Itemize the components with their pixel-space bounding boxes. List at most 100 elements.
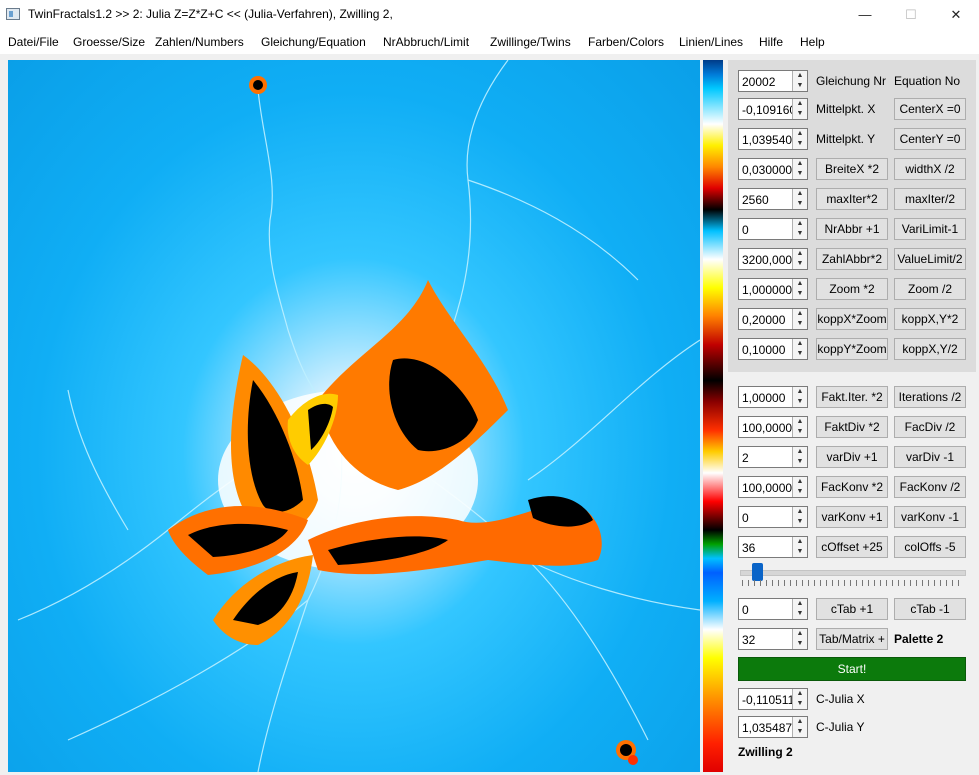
fakt-div-double-button[interactable]: FaktDiv *2 <box>816 416 888 438</box>
spin-arrows[interactable]: ▲ ▼ <box>792 159 807 179</box>
spinbox-value[interactable]: 36 <box>742 541 794 555</box>
width-half-button[interactable]: widthX /2 <box>894 158 966 180</box>
width-double-button[interactable]: BreiteX *2 <box>816 158 888 180</box>
spinbox-value[interactable]: 100,00000 <box>742 481 794 495</box>
spinbox-value[interactable]: 0,10000 <box>742 343 794 357</box>
close-button[interactable]: ✕ <box>933 0 979 30</box>
kopp-y-zoom-button[interactable]: koppY*Zoom <box>816 338 888 360</box>
nr-abbr-increment-button[interactable]: NrAbbr +1 <box>816 218 888 240</box>
spin-arrows[interactable]: ▲ ▼ <box>792 279 807 299</box>
menu-farben[interactable]: Farben/Colors <box>588 35 664 49</box>
zoom-spinbox[interactable]: 1,0000000 ▲ ▼ <box>738 278 808 300</box>
zoom-double-button[interactable]: Zoom *2 <box>816 278 888 300</box>
spinbox-value[interactable]: 20002 <box>742 75 794 89</box>
spinbox-value[interactable]: 1,03548740 <box>742 721 794 735</box>
menu-groesse[interactable]: Groesse/Size <box>73 35 145 49</box>
spin-arrows[interactable]: ▲ ▼ <box>792 249 807 269</box>
spinbox-value[interactable]: 1,03954060 <box>742 133 794 147</box>
kopp-xy-double-button[interactable]: koppX,Y*2 <box>894 308 966 330</box>
c-julia-x-spinbox[interactable]: -0,1105110 ▲▼ <box>738 688 808 710</box>
ctab-decrement-button[interactable]: cTab -1 <box>894 598 966 620</box>
menu-help[interactable]: Help <box>800 35 825 49</box>
spin-arrows[interactable]: ▲ ▼ <box>792 447 807 467</box>
kopp-y-spinbox[interactable]: 0,10000 ▲ ▼ <box>738 338 808 360</box>
spinbox-value[interactable]: 1,00000 <box>742 391 794 405</box>
spin-arrows[interactable]: ▲ ▼ <box>792 129 807 149</box>
color-slider-thumb[interactable] <box>752 563 763 581</box>
spinbox-value[interactable]: 0 <box>742 603 794 617</box>
spinbox-value[interactable]: 0,0300000 <box>742 163 794 177</box>
zahl-abbr-spinbox[interactable]: 3200,0000 ▲ ▼ <box>738 248 808 270</box>
ctab-increment-button[interactable]: cTab +1 <box>816 598 888 620</box>
equation-number-spinbox[interactable]: 20002 ▲ ▼ <box>738 70 808 92</box>
center-x-reset-button[interactable]: CenterX =0 <box>894 98 966 120</box>
var-konv-decrement-button[interactable]: varKonv -1 <box>894 506 966 528</box>
kopp-xy-half-button[interactable]: koppX,Y/2 <box>894 338 966 360</box>
max-iter-spinbox[interactable]: 2560 ▲ ▼ <box>738 188 808 210</box>
zahl-abbr-double-button[interactable]: ZahlAbbr*2 <box>816 248 888 270</box>
menu-zwillinge[interactable]: Zwillinge/Twins <box>490 35 571 49</box>
spinbox-value[interactable]: 100,00000 <box>742 421 794 435</box>
menu-nrabbruch[interactable]: NrAbbruch/Limit <box>383 35 469 49</box>
fac-konv-double-button[interactable]: FacKonv *2 <box>816 476 888 498</box>
fakt-iter-spinbox[interactable]: 1,00000 ▲ ▼ <box>738 386 808 408</box>
var-div-increment-button[interactable]: varDiv +1 <box>816 446 888 468</box>
kopp-x-zoom-button[interactable]: koppX*Zoom <box>816 308 888 330</box>
spin-arrows[interactable]: ▲ ▼ <box>792 537 807 557</box>
spin-arrows[interactable]: ▲ ▼ <box>792 71 807 91</box>
spin-arrows[interactable]: ▲ ▼ <box>792 387 807 407</box>
menu-gleichung[interactable]: Gleichung/Equation <box>261 35 366 49</box>
center-x-spinbox[interactable]: -0,1091600 ▲▼ <box>738 98 808 120</box>
fac-konv-half-button[interactable]: FacKonv /2 <box>894 476 966 498</box>
spinbox-value[interactable]: -0,1091600 <box>742 103 794 117</box>
spinbox-value[interactable]: 2560 <box>742 193 794 207</box>
menu-hilfe[interactable]: Hilfe <box>759 35 783 49</box>
spinbox-value[interactable]: 3200,0000 <box>742 253 794 267</box>
menu-datei[interactable]: Datei/File <box>8 35 59 49</box>
maximize-button[interactable]: ☐ <box>888 0 934 30</box>
iterations-half-button[interactable]: Iterations /2 <box>894 386 966 408</box>
spinbox-value[interactable]: 0,20000 <box>742 313 794 327</box>
minimize-button[interactable]: — <box>842 0 888 30</box>
spin-arrows[interactable]: ▲ ▼ <box>792 309 807 329</box>
zoom-half-button[interactable]: Zoom /2 <box>894 278 966 300</box>
menu-zahlen[interactable]: Zahlen/Numbers <box>155 35 244 49</box>
spin-arrows[interactable]: ▲ ▼ <box>792 507 807 527</box>
spin-arrows[interactable]: ▲ ▼ <box>792 629 807 649</box>
color-offset-spinbox[interactable]: 36 ▲ ▼ <box>738 536 808 558</box>
spinbox-value[interactable]: -0,1105110 <box>742 693 794 707</box>
nr-abbr-spinbox[interactable]: 0 ▲ ▼ <box>738 218 808 240</box>
spin-arrows[interactable]: ▲ ▼ <box>792 219 807 239</box>
value-limit-half-button[interactable]: ValueLimit/2 <box>894 248 966 270</box>
var-konv-spinbox[interactable]: 0 ▲ ▼ <box>738 506 808 528</box>
vari-limit-decrement-button[interactable]: VariLimit-1 <box>894 218 966 240</box>
max-iter-double-button[interactable]: maxIter*2 <box>816 188 888 210</box>
menu-linien[interactable]: Linien/Lines <box>679 35 743 49</box>
center-y-spinbox[interactable]: 1,03954060 ▲▼ <box>738 128 808 150</box>
fac-div-half-button[interactable]: FacDiv /2 <box>894 416 966 438</box>
spin-arrows[interactable]: ▲ ▼ <box>792 477 807 497</box>
spinbox-value[interactable]: 1,0000000 <box>742 283 794 297</box>
spinbox-value[interactable]: 32 <box>742 633 794 647</box>
spin-arrows[interactable]: ▲ ▼ <box>792 99 807 119</box>
color-slider-track[interactable] <box>740 570 966 576</box>
max-iter-half-button[interactable]: maxIter/2 <box>894 188 966 210</box>
var-div-decrement-button[interactable]: varDiv -1 <box>894 446 966 468</box>
color-offset-increment-button[interactable]: cOffset +25 <box>816 536 888 558</box>
spin-arrows[interactable]: ▲ ▼ <box>792 417 807 437</box>
center-y-reset-button[interactable]: CenterY =0 <box>894 128 966 150</box>
spinbox-value[interactable]: 2 <box>742 451 794 465</box>
color-offset-decrement-button[interactable]: colOffs -5 <box>894 536 966 558</box>
spin-arrows[interactable]: ▲ ▼ <box>792 689 807 709</box>
spinbox-value[interactable]: 0 <box>742 223 794 237</box>
spin-arrows[interactable]: ▲ ▼ <box>792 189 807 209</box>
fac-konv-spinbox[interactable]: 100,00000 ▲ ▼ <box>738 476 808 498</box>
tab-matrix-button[interactable]: Tab/Matrix + <box>816 628 888 650</box>
kopp-x-spinbox[interactable]: 0,20000 ▲ ▼ <box>738 308 808 330</box>
var-konv-increment-button[interactable]: varKonv +1 <box>816 506 888 528</box>
fakt-div-spinbox[interactable]: 100,00000 ▲ ▼ <box>738 416 808 438</box>
palette-spinbox[interactable]: 32 ▲ ▼ <box>738 628 808 650</box>
spinbox-value[interactable]: 0 <box>742 511 794 525</box>
spin-arrows[interactable]: ▲ ▼ <box>792 599 807 619</box>
var-div-spinbox[interactable]: 2 ▲ ▼ <box>738 446 808 468</box>
